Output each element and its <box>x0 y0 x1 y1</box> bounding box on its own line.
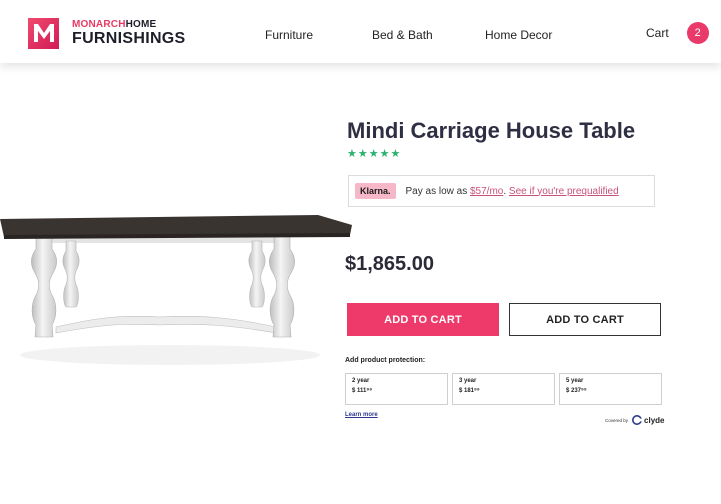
protection-label: Add product protection: <box>345 357 426 364</box>
star-icon: ★ <box>368 148 379 160</box>
logo-word-monarch: MONARCH <box>72 18 126 30</box>
clyde-wordmark: clyde <box>644 415 665 425</box>
plan-price: $ 181⁹⁹ <box>459 388 480 394</box>
logo-mark-icon <box>28 17 59 49</box>
plan-term: 2 year <box>352 378 370 384</box>
product-price: $1,865.00 <box>345 253 434 275</box>
learn-more-link[interactable]: Learn more <box>345 412 378 418</box>
klarna-financing-banner: Klarna. Pay as low as $57/mo. See if you… <box>348 175 655 207</box>
nav-item-furniture[interactable]: Furniture <box>265 28 313 42</box>
klarna-message: Pay as low as $57/mo. See if you're preq… <box>406 186 619 197</box>
klarna-logo: Klarna. <box>355 183 396 199</box>
site-header: MONARCHHOME FURNISHINGS Furniture Bed & … <box>0 0 721 63</box>
product-title: Mindi Carriage House Table <box>347 118 636 143</box>
add-to-cart-secondary-button[interactable]: ADD TO CART <box>509 303 661 336</box>
nav-item-home-decor[interactable]: Home Decor <box>485 28 552 42</box>
protection-plan-2-year[interactable]: 2 year $ 111⁹⁹ <box>345 373 448 405</box>
protection-plan-5-year[interactable]: 5 year $ 237⁹⁹ <box>559 373 662 405</box>
klarna-monthly-amount[interactable]: $57/mo <box>470 186 503 197</box>
covered-by-clyde: Covered by clyde <box>605 415 664 425</box>
star-icon: ★ <box>357 148 368 160</box>
klarna-prequalify-link[interactable]: See if you're prequalified <box>509 186 619 197</box>
product-rating[interactable]: ★ ★ ★ ★ ★ <box>347 149 400 160</box>
klarna-text-prefix: Pay as low as <box>405 185 470 197</box>
plan-price: $ 237⁹⁹ <box>566 388 587 394</box>
logo-word-furnishings: FURNISHINGS <box>72 29 186 47</box>
plan-term: 5 year <box>566 378 584 384</box>
cart-label: Cart <box>646 26 669 40</box>
clyde-logo-icon <box>632 415 643 425</box>
star-icon: ★ <box>390 148 401 160</box>
plan-price: $ 111⁹⁹ <box>352 388 373 394</box>
brand-logo[interactable]: MONARCHHOME FURNISHINGS <box>28 17 186 49</box>
cart-count-badge: 2 <box>686 22 709 44</box>
protection-plan-3-year[interactable]: 3 year $ 181⁹⁹ <box>452 373 555 405</box>
cart-button[interactable]: Cart 2 <box>646 22 709 44</box>
covered-by-label: Covered by <box>605 417 629 423</box>
logo-word-home: HOME <box>125 18 157 30</box>
nav-item-bed-bath[interactable]: Bed & Bath <box>372 28 433 42</box>
plan-term: 3 year <box>459 378 477 384</box>
add-to-cart-button[interactable]: ADD TO CART <box>347 303 499 336</box>
logo-wordmark: MONARCHHOME FURNISHINGS <box>72 18 186 47</box>
star-icon: ★ <box>379 148 390 160</box>
product-image <box>0 215 352 365</box>
star-icon: ★ <box>347 148 357 160</box>
